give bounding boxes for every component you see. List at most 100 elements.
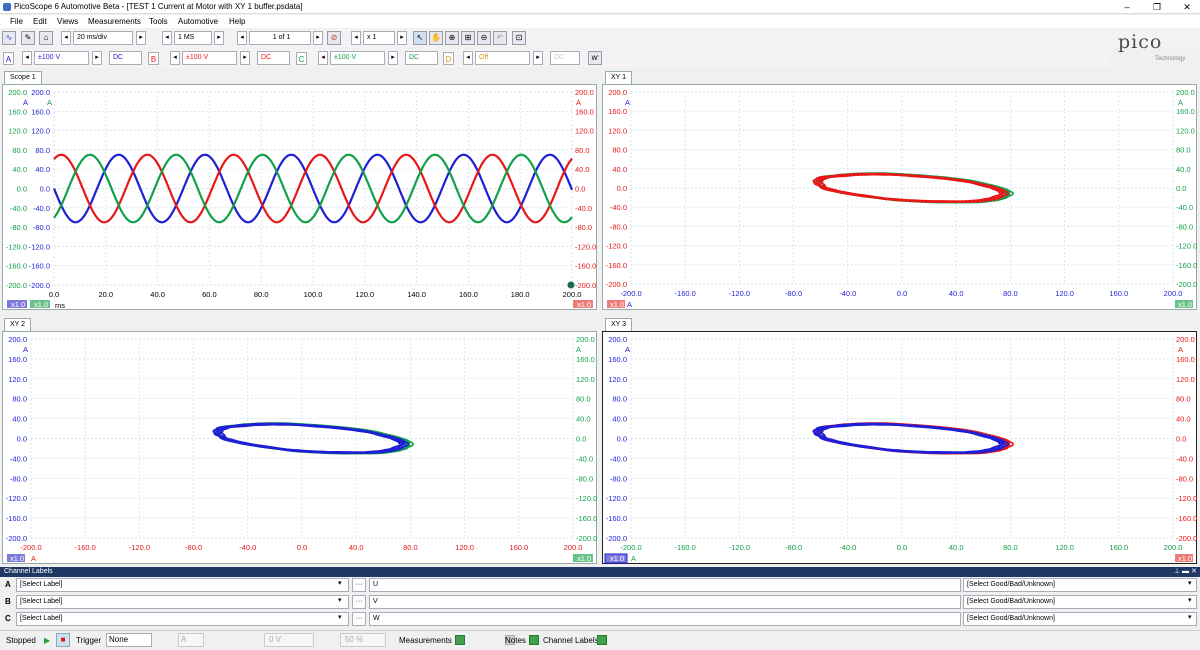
menu-automotive[interactable]: Automotive [178,17,218,26]
y-tick-label-right: 40.0 [1176,415,1191,424]
zoom-in-icon[interactable]: ⊕ [445,31,459,45]
channel-b-button[interactable]: B [148,52,159,65]
range-c-prev-button[interactable]: ◂ [318,51,328,65]
buffer-position[interactable]: 1 of 1 [249,31,311,45]
trigger-channel-select[interactable]: A [178,633,204,647]
buffer-navigator-icon[interactable]: ⊘ [327,31,341,45]
scope-trigger-marker[interactable] [567,281,575,289]
y-tick-label: 120.0 [8,127,27,136]
label-select[interactable]: [Select Label] [16,612,349,626]
hand-icon[interactable]: ✋ [429,31,443,45]
pin-icon[interactable]: ⊥ ▬ ✕ [1174,567,1197,577]
more-button[interactable]: ··· [352,595,366,609]
samples-prev-button[interactable]: ◂ [162,31,172,45]
range-b-prev-button[interactable]: ◂ [170,51,180,65]
good-bad-select[interactable]: [Select Good/Bad/Unknown] [963,595,1197,609]
coupling-d-select[interactable]: DC [550,51,580,65]
channel-c-button[interactable]: C [296,52,307,65]
label-select[interactable]: [Select Label] [16,578,349,592]
x-tick-label: -160.0 [75,543,96,552]
chevron-down-icon[interactable]: ▾ [338,596,342,604]
channel-labels-icon[interactable] [597,635,607,645]
range-b-next-button[interactable]: ▸ [240,51,250,65]
range-c-select[interactable]: ±100 V [330,51,385,65]
coupling-b-select[interactable]: DC [257,51,290,65]
range-a-prev-button[interactable]: ◂ [22,51,32,65]
zoom-next-button[interactable]: ▸ [397,31,407,45]
good-bad-select[interactable]: [Select Good/Bad/Unknown] [963,578,1197,592]
range-b-select[interactable]: ±100 V [182,51,237,65]
range-d-next-button[interactable]: ▸ [533,51,543,65]
math-channels-icon[interactable]: ⱳ [588,51,602,65]
range-a-next-button[interactable]: ▸ [92,51,102,65]
home-icon[interactable]: ⌂ [39,31,53,45]
menu-views[interactable]: Views [57,17,78,26]
label-value-input[interactable]: W [369,612,961,626]
buffer-next-button[interactable]: ▸ [313,31,323,45]
timebase-select[interactable]: 20 ms/div [73,31,133,45]
app-icon [3,3,11,11]
label-value-input[interactable]: V [369,595,961,609]
y-tick-label-right: 160.0 [575,107,594,116]
trigger-mode-select[interactable]: None [106,633,152,647]
range-d-select[interactable]: Off [475,51,530,65]
samples-next-button[interactable]: ▸ [214,31,224,45]
samples-select[interactable]: 1 MS [174,31,212,45]
tab-scope-1[interactable]: Scope 1 [4,71,42,84]
x-tick-label: 0.0 [297,543,307,552]
y-tick-label: 160.0 [31,107,50,116]
stop-icon[interactable]: ■ [56,633,70,647]
good-bad-select[interactable]: [Select Good/Bad/Unknown] [963,612,1197,626]
notes-icon[interactable] [529,635,539,645]
timebase-prev-button[interactable]: ◂ [61,31,71,45]
chevron-down-icon[interactable]: ▾ [338,613,342,621]
coupling-a-select[interactable]: DC [109,51,142,65]
y-tick-label: 160.0 [608,107,627,116]
zoom-out-icon[interactable]: ⊖ [477,31,491,45]
trigger-position-input[interactable]: 50 % [340,633,386,647]
y-tick-label: -120.0 [606,494,627,503]
more-button[interactable]: ··· [352,612,366,626]
menu-tools[interactable]: Tools [149,17,168,26]
y-tick-label: -200.0 [606,534,627,543]
tab-xy-3[interactable]: XY 3 [605,318,633,331]
undo-zoom-icon[interactable]: ↶ [493,31,507,45]
range-d-prev-button[interactable]: ◂ [463,51,473,65]
scope-mode-icon[interactable]: ∿ [2,31,16,45]
tab-xy-2[interactable]: XY 2 [4,318,32,331]
pointer-icon[interactable]: ↖ [413,31,427,45]
start-icon[interactable]: ▶ [44,636,50,645]
zoom-prev-button[interactable]: ◂ [351,31,361,45]
close-button[interactable]: ✕ [1180,1,1194,13]
range-a-select[interactable]: ±100 V [34,51,89,65]
menu-edit[interactable]: Edit [33,17,47,26]
y-tick-label-right: 40.0 [575,165,590,174]
zoom-select[interactable]: x 1 [363,31,395,45]
zoom-overview-icon[interactable]: ⊡ [512,31,526,45]
chevron-down-icon[interactable]: ▾ [338,579,342,587]
zoom-area-icon[interactable]: ⊞ [461,31,475,45]
coupling-c-select[interactable]: DC [405,51,438,65]
y-tick-label: -120.0 [29,242,50,251]
chevron-down-icon[interactable]: ▾ [1188,613,1192,621]
minimize-button[interactable]: – [1120,1,1134,13]
timebase-next-button[interactable]: ▸ [136,31,146,45]
menu-file[interactable]: File [10,17,23,26]
buffer-prev-button[interactable]: ◂ [237,31,247,45]
trigger-level-input[interactable]: 0 V [264,633,314,647]
chevron-down-icon[interactable]: ▾ [1188,596,1192,604]
probe-icon[interactable]: ✎ [21,31,35,45]
chevron-down-icon[interactable]: ▾ [1188,579,1192,587]
maximize-button[interactable]: ❐ [1150,1,1164,13]
channel-d-button[interactable]: D [443,52,454,65]
channel-a-button[interactable]: A [3,52,14,65]
more-button[interactable]: ··· [352,578,366,592]
menu-measurements[interactable]: Measurements [88,17,141,26]
range-c-next-button[interactable]: ▸ [388,51,398,65]
label-value-input[interactable]: U [369,578,961,592]
add-measurement-icon[interactable] [455,635,465,645]
label-select[interactable]: [Select Label] [16,595,349,609]
tab-xy-1[interactable]: XY 1 [605,71,633,84]
menu-help[interactable]: Help [229,17,245,26]
y-tick-label: -160.0 [29,262,50,271]
